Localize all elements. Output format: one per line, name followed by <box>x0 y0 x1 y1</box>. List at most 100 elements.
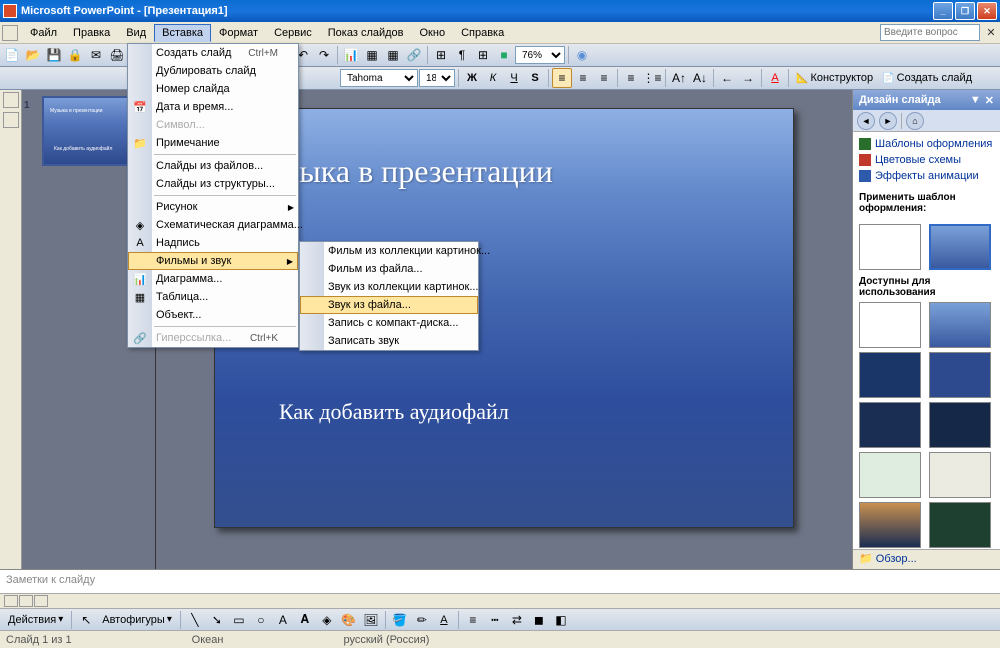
menu-item[interactable]: AНадпись <box>128 234 298 252</box>
menu-format[interactable]: Формат <box>211 24 266 42</box>
submenu-item[interactable]: Фильм из файла... <box>300 260 478 278</box>
bold-icon[interactable]: Ж <box>462 68 482 88</box>
template-item[interactable] <box>859 302 921 348</box>
diagram-icon[interactable]: ◈ <box>317 610 337 630</box>
line-color-icon[interactable]: ✏ <box>412 610 432 630</box>
menu-item[interactable]: Создать слайдCtrl+M <box>128 44 298 62</box>
open-icon[interactable]: 📂 <box>23 45 43 65</box>
arrow-icon[interactable]: ➘ <box>207 610 227 630</box>
actions-menu[interactable]: Действия ▾ <box>4 611 67 629</box>
menu-item[interactable]: Слайды из структуры... <box>128 175 298 193</box>
browse-link[interactable]: 📁 Обзор... <box>859 553 917 565</box>
menu-file[interactable]: Файл <box>22 24 65 42</box>
font-color-icon[interactable]: A <box>765 68 785 88</box>
menu-help[interactable]: Справка <box>453 24 512 42</box>
panel-forward-icon[interactable]: ► <box>879 112 897 130</box>
notes-pane[interactable]: Заметки к слайду <box>0 569 1000 593</box>
font-color-icon[interactable]: A <box>434 610 454 630</box>
template-item[interactable] <box>929 402 991 448</box>
shadow-icon[interactable]: S <box>525 68 545 88</box>
menu-tools[interactable]: Сервис <box>266 24 320 42</box>
underline-icon[interactable]: Ч <box>504 68 524 88</box>
slideshow-view-icon[interactable] <box>34 595 48 607</box>
menu-item[interactable]: 📁Примечание <box>128 134 298 152</box>
panel-home-icon[interactable]: ⌂ <box>906 112 924 130</box>
font-size-combo[interactable]: 18 <box>419 69 455 87</box>
show-formatting-icon[interactable]: ¶ <box>452 45 472 65</box>
outline-tab-icon[interactable] <box>3 92 19 108</box>
new-icon[interactable]: 📄 <box>2 45 22 65</box>
font-family-combo[interactable]: Tahoma <box>340 69 418 87</box>
permission-icon[interactable]: 🔒 <box>65 45 85 65</box>
expand-icon[interactable]: ⊞ <box>431 45 451 65</box>
submenu-item[interactable]: Запись с компакт-диска... <box>300 314 478 332</box>
picture-icon[interactable]: 🖼 <box>361 610 381 630</box>
normal-view-icon[interactable] <box>4 595 18 607</box>
mail-icon[interactable]: ✉ <box>86 45 106 65</box>
close-button[interactable]: ✕ <box>977 2 997 20</box>
increase-font-icon[interactable]: A↑ <box>669 68 689 88</box>
new-slide-button[interactable]: 📄 Создать слайд <box>878 69 976 87</box>
template-item[interactable] <box>929 352 991 398</box>
increase-indent-icon[interactable]: → <box>738 68 758 88</box>
menu-item[interactable]: ▦Таблица... <box>128 288 298 306</box>
slide-subtitle-text[interactable]: Как добавить аудиофайл <box>279 399 509 425</box>
3d-style-icon[interactable]: ◧ <box>551 610 571 630</box>
italic-icon[interactable]: К <box>483 68 503 88</box>
menu-item[interactable]: Фильмы и звук▶ <box>128 252 298 270</box>
tables-borders-icon[interactable]: ▦ <box>383 45 403 65</box>
template-item[interactable] <box>859 352 921 398</box>
bullets-icon[interactable]: ⋮≡ <box>642 68 662 88</box>
slides-tab-icon[interactable] <box>3 112 19 128</box>
template-item[interactable] <box>929 224 991 270</box>
oval-icon[interactable]: ○ <box>251 610 271 630</box>
designer-button[interactable]: 📐 Конструктор <box>792 69 877 87</box>
sorter-view-icon[interactable] <box>19 595 33 607</box>
color-icon[interactable]: ■ <box>494 45 514 65</box>
template-item[interactable] <box>859 224 921 270</box>
help-search-input[interactable] <box>880 24 980 41</box>
decrease-font-icon[interactable]: A↓ <box>690 68 710 88</box>
numbering-icon[interactable]: ≡ <box>621 68 641 88</box>
save-icon[interactable]: 💾 <box>44 45 64 65</box>
menu-edit[interactable]: Правка <box>65 24 118 42</box>
template-item[interactable] <box>859 402 921 448</box>
template-item[interactable] <box>929 502 991 548</box>
template-item[interactable] <box>859 452 921 498</box>
doc-icon[interactable] <box>2 25 18 41</box>
menu-item[interactable]: Рисунок▶ <box>128 198 298 216</box>
align-left-icon[interactable]: ≡ <box>552 68 572 88</box>
chart-icon[interactable]: 📊 <box>341 45 361 65</box>
template-item[interactable] <box>929 302 991 348</box>
hyperlink-icon[interactable]: 🔗 <box>404 45 424 65</box>
zoom-combo[interactable]: 76% <box>515 46 565 64</box>
dash-style-icon[interactable]: ┅ <box>485 610 505 630</box>
autoshapes-menu[interactable]: Автофигуры ▾ <box>98 611 176 629</box>
print-icon[interactable]: 🖨 <box>107 45 127 65</box>
maximize-button[interactable]: ❐ <box>955 2 975 20</box>
panel-dropdown-icon[interactable]: ▼ <box>970 94 981 106</box>
align-center-icon[interactable]: ≡ <box>573 68 593 88</box>
select-icon[interactable]: ↖ <box>76 610 96 630</box>
link-color-schemes[interactable]: Цветовые схемы <box>859 152 994 168</box>
menu-item[interactable]: Дублировать слайд <box>128 62 298 80</box>
grid-icon[interactable]: ⊞ <box>473 45 493 65</box>
decrease-indent-icon[interactable]: ← <box>717 68 737 88</box>
link-animation[interactable]: Эффекты анимации <box>859 168 994 184</box>
menu-insert[interactable]: Вставка <box>154 24 211 42</box>
clipart-icon[interactable]: 🎨 <box>339 610 359 630</box>
submenu-item[interactable]: Записать звук <box>300 332 478 350</box>
template-item[interactable] <box>859 502 921 548</box>
document-close-button[interactable]: ✕ <box>984 26 998 40</box>
redo-icon[interactable]: ↷ <box>314 45 334 65</box>
submenu-item[interactable]: Звук из коллекции картинок... <box>300 278 478 296</box>
menu-slideshow[interactable]: Показ слайдов <box>320 24 412 42</box>
submenu-item[interactable]: Фильм из коллекции картинок... <box>300 242 478 260</box>
menu-item[interactable]: Слайды из файлов... <box>128 157 298 175</box>
panel-close-icon[interactable]: ✕ <box>985 94 994 107</box>
menu-item[interactable]: ◈Схематическая диаграмма... <box>128 216 298 234</box>
submenu-item[interactable]: Звук из файла... <box>300 296 478 314</box>
textbox-icon[interactable]: A <box>273 610 293 630</box>
line-style-icon[interactable]: ≡ <box>463 610 483 630</box>
arrow-style-icon[interactable]: ⇄ <box>507 610 527 630</box>
